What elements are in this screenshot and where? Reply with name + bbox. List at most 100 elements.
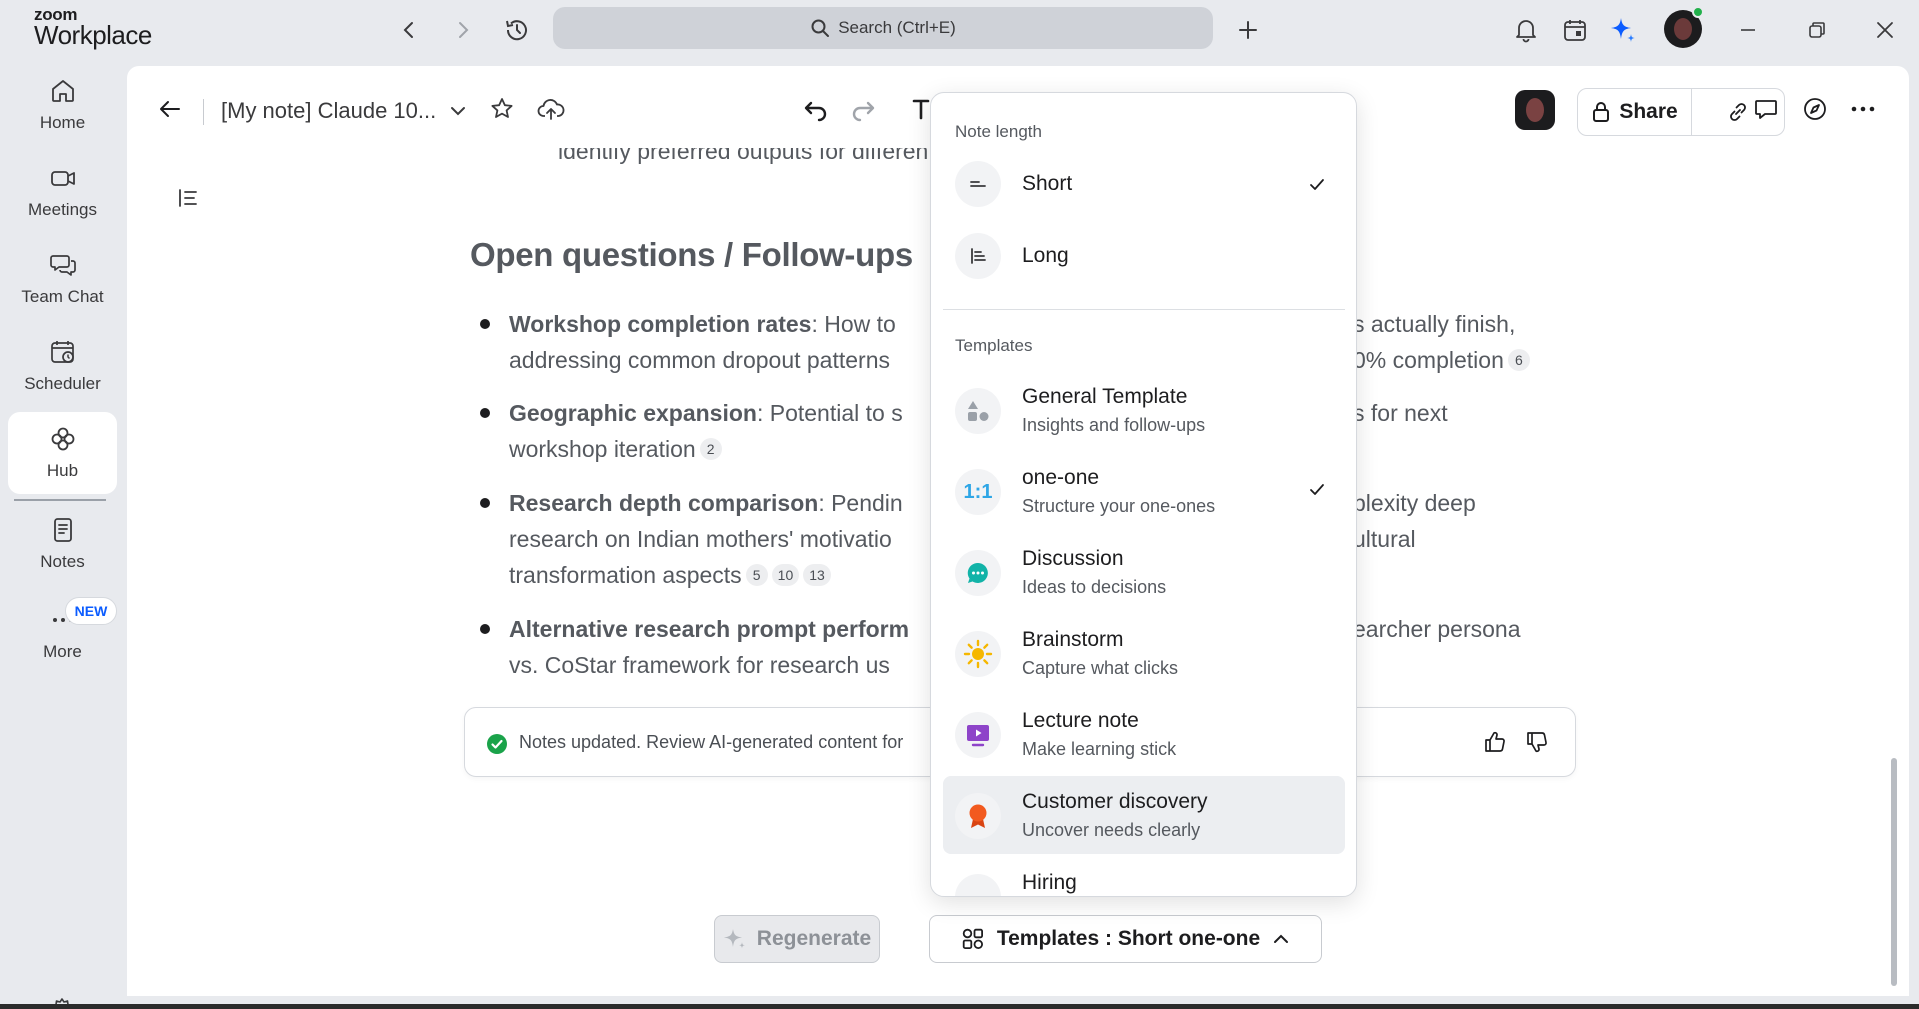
- close-icon: [1877, 22, 1893, 38]
- templates-label: Templates : Short one-one: [996, 927, 1261, 950]
- rail-label: Home: [39, 113, 86, 132]
- chat-icon: [49, 255, 76, 276]
- outline-toggle-button[interactable]: [177, 187, 199, 209]
- thumbs-down-icon: [1527, 732, 1547, 753]
- calendar-button[interactable]: [1557, 12, 1593, 48]
- left-rail: Home Meetings Team Chat Scheduler Hub No…: [0, 62, 125, 1009]
- forward-nav-button[interactable]: [445, 12, 481, 48]
- rail-label: Hub: [46, 461, 79, 480]
- shapes-icon: [955, 388, 1001, 434]
- restore-button[interactable]: [1799, 12, 1835, 48]
- bullet-text: : Potential to s: [756, 400, 903, 426]
- notice-text: Notes updated. Review AI-generated conte…: [519, 732, 904, 752]
- citation-badge[interactable]: 5: [745, 564, 768, 586]
- bullet-text: addressing common dropout patterns: [509, 347, 890, 373]
- citation-badge[interactable]: 13: [803, 564, 831, 586]
- scrollbar-thumb[interactable]: [1891, 758, 1897, 986]
- template-title: Lecture note: [1022, 709, 1139, 732]
- redo-icon: [852, 101, 875, 122]
- rail-item-home[interactable]: Home: [8, 64, 117, 146]
- link-icon: [1730, 103, 1746, 121]
- search-placeholder: Search (Ctrl+E): [838, 18, 956, 37]
- rail-item-scheduler[interactable]: Scheduler: [8, 325, 117, 407]
- template-option-hiring[interactable]: Hiring: [943, 857, 1345, 896]
- chat-bubble-icon: [955, 550, 1001, 596]
- title-bar: zoom Workplace Search (Ctrl+E): [0, 0, 1919, 62]
- share-button[interactable]: Share: [1578, 89, 1692, 135]
- template-option-lecture-note[interactable]: Lecture note Make learning stick: [943, 695, 1345, 773]
- partial-text-line: identify preferred outputs for differen: [558, 138, 929, 164]
- bullet-text-tail: 0% completion: [1353, 347, 1504, 373]
- rail-label: Meetings: [28, 200, 97, 219]
- back-nav-button[interactable]: [391, 12, 427, 48]
- rail-item-hub[interactable]: Hub: [8, 412, 117, 494]
- bullet-title: Workshop completion rates: [509, 311, 812, 337]
- citation-badge[interactable]: 10: [771, 564, 800, 586]
- favorite-button[interactable]: [489, 96, 515, 122]
- bullet-title: Alternative research prompt perform: [509, 616, 910, 642]
- template-subtitle: Insights and follow-ups: [1022, 415, 1206, 435]
- share-label: Share: [1619, 100, 1678, 123]
- title-dropdown-button[interactable]: [449, 102, 467, 120]
- template-option-customer-discovery[interactable]: Customer discovery Uncover needs clearly: [943, 776, 1345, 854]
- regenerate-label: Regenerate: [756, 927, 872, 950]
- search-icon: [811, 19, 830, 37]
- length-option-long[interactable]: Long: [943, 221, 1345, 291]
- rail-item-meetings[interactable]: Meetings: [8, 151, 117, 233]
- template-option-brainstorm[interactable]: Brainstorm Capture what clicks: [943, 614, 1345, 692]
- comments-button[interactable]: [1753, 96, 1779, 122]
- history-button[interactable]: [499, 12, 535, 48]
- plus-icon: [1239, 21, 1257, 39]
- bell-icon: [1516, 20, 1536, 43]
- note-title[interactable]: [My note] Claude 10...: [221, 98, 436, 124]
- search-bar[interactable]: Search (Ctrl+E): [553, 7, 1213, 49]
- more-horizontal-icon: [1851, 106, 1875, 112]
- checkmark-icon: [1310, 484, 1324, 495]
- thumbs-down-button[interactable]: [1525, 730, 1549, 754]
- template-option-discussion[interactable]: Discussion Ideas to decisions: [943, 533, 1345, 611]
- history-icon: [506, 20, 527, 41]
- cloud-upload-icon: [537, 99, 565, 120]
- sparkle-icon: [723, 929, 745, 949]
- notifications-button[interactable]: [1508, 12, 1544, 48]
- templates-popover: Note length Short Long Templates General…: [930, 92, 1357, 897]
- template-subtitle: Make learning stick: [1022, 739, 1177, 759]
- rail-item-team-chat[interactable]: Team Chat: [8, 238, 117, 320]
- explore-button[interactable]: [1802, 96, 1828, 122]
- minimize-button[interactable]: [1730, 12, 1766, 48]
- briefcase-icon: [955, 874, 1001, 896]
- sparkle-icon: [1611, 18, 1635, 42]
- template-title: Customer discovery: [1022, 790, 1208, 813]
- new-button[interactable]: [1230, 12, 1266, 48]
- back-button[interactable]: [157, 96, 183, 122]
- chevron-up-icon: [1274, 934, 1289, 943]
- notes-icon: [53, 518, 72, 542]
- undo-button[interactable]: [801, 98, 829, 122]
- length-option-short[interactable]: Short: [943, 149, 1345, 219]
- chevron-down-icon: [451, 107, 465, 116]
- length-option-label: Long: [1022, 244, 1069, 267]
- ai-companion-button[interactable]: [1605, 12, 1641, 48]
- rail-item-notes[interactable]: Notes: [8, 503, 117, 585]
- redo-button[interactable]: [850, 98, 878, 122]
- undo-icon: [804, 101, 827, 122]
- cloud-upload-button[interactable]: [537, 96, 565, 122]
- bullet-text: transformation aspects: [509, 562, 742, 588]
- template-option-general[interactable]: General Template Insights and follow-ups: [943, 371, 1345, 449]
- template-option-one-one[interactable]: 1:1 one-one Structure your one-ones: [943, 452, 1345, 530]
- citation-badge[interactable]: 2: [699, 438, 722, 460]
- more-options-button[interactable]: [1849, 96, 1877, 122]
- rail-label: Notes: [40, 552, 85, 571]
- lock-icon: [1593, 102, 1610, 122]
- collaborator-avatar[interactable]: [1515, 90, 1555, 130]
- regenerate-button[interactable]: Regenerate: [714, 915, 880, 963]
- thumbs-up-button[interactable]: [1483, 730, 1507, 754]
- sun-icon: [955, 631, 1001, 677]
- close-button[interactable]: [1867, 12, 1903, 48]
- bullet-dot: [480, 408, 490, 418]
- templates-grid-icon: [962, 928, 983, 949]
- citation-badge[interactable]: 6: [1507, 349, 1530, 371]
- checkmark-icon: [1310, 179, 1324, 190]
- section-heading: Open questions / Follow-ups: [470, 236, 913, 273]
- templates-button[interactable]: Templates : Short one-one: [929, 915, 1322, 963]
